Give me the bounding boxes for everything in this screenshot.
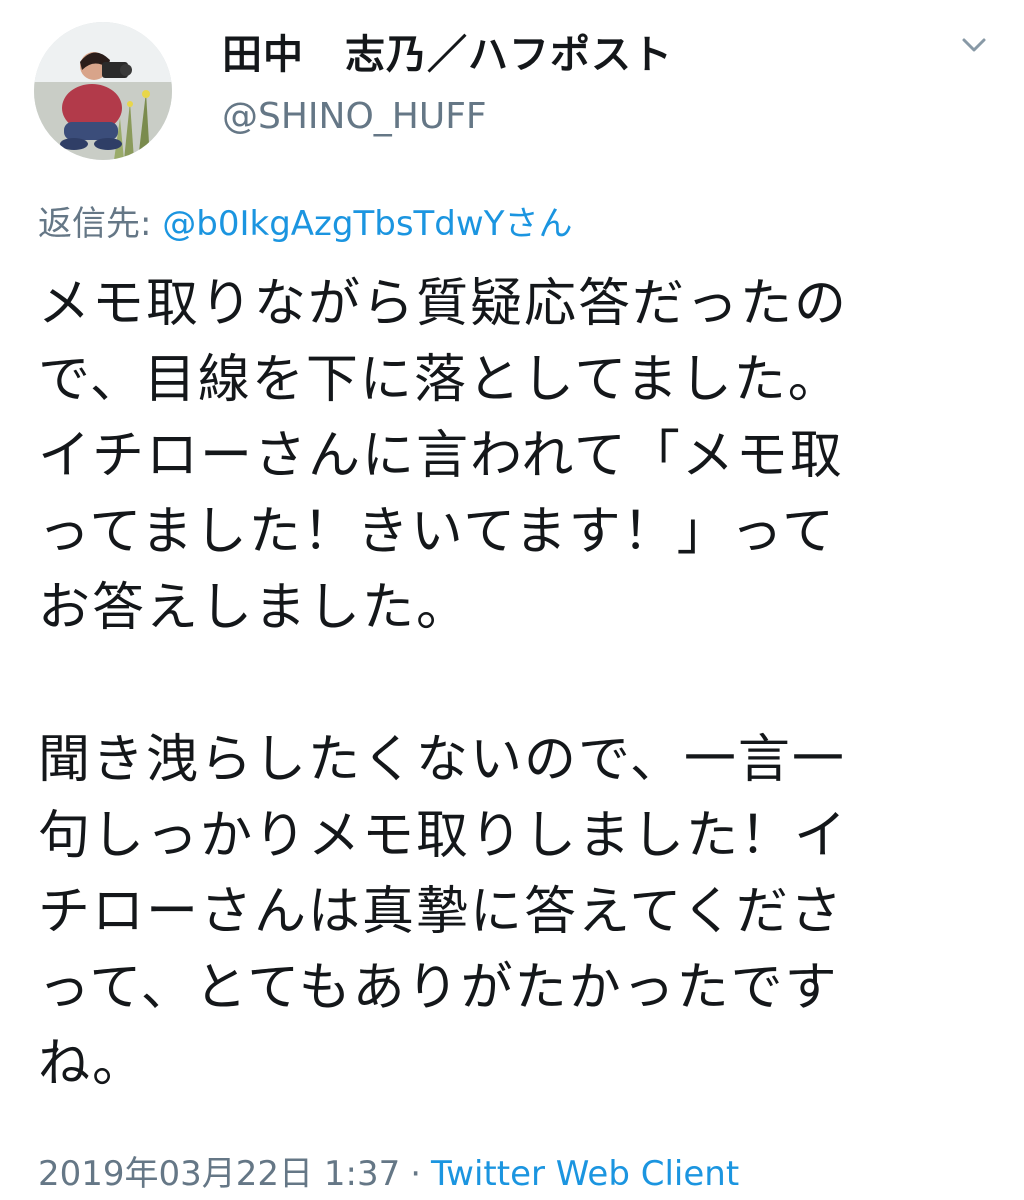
avatar[interactable] <box>34 22 172 160</box>
reply-context: 返信先: @b0IkgAzgTbsTdwYさん <box>38 196 572 245</box>
tweet-text-line: メモ取りながら質疑応答だったの <box>38 274 849 334</box>
meta-separator: · <box>410 1154 422 1194</box>
tweet-text-line: ってました！きいてます！」って <box>38 502 837 562</box>
reply-handle-link[interactable]: @b0IkgAzgTbsTdwYさん <box>162 204 572 244</box>
tweet-text-line: チローさんは真摯に答えてくださ <box>38 882 844 942</box>
tweet-text-line: お答えしました。 <box>38 578 471 638</box>
tweet-text-line: 句しっかりメモ取りしました！イ <box>38 806 849 866</box>
client-link[interactable]: Twitter Web Client <box>431 1154 739 1194</box>
tweet-meta: 2019年03月22日 1:37 · Twitter Web Client <box>38 1146 739 1195</box>
tweet: 田中 志乃／ハフポスト @SHINO_HUFF 返信先: @b0IkgAzgTb… <box>0 0 1024 1200</box>
display-name[interactable]: 田中 志乃／ハフポスト <box>222 22 673 80</box>
tweet-text-line: ね。 <box>38 1034 147 1094</box>
username[interactable]: @SHINO_HUFF <box>222 96 487 137</box>
tweet-text: メモ取りながら質疑応答だったの で、目線を下に落としてました。 イチローさんに言… <box>38 266 988 1102</box>
reply-prefix: 返信先: <box>38 204 163 244</box>
tweet-text-line: 聞き洩らしたくないので、一言一 <box>38 730 846 790</box>
tweet-text-line: で、目線を下に落としてました。 <box>38 350 842 410</box>
tweet-text-line: って、とてもありがたかったです <box>38 958 839 1018</box>
user-photo-avatar <box>34 22 172 160</box>
timestamp[interactable]: 2019年03月22日 1:37 <box>38 1154 400 1194</box>
tweet-text-line: イチローさんに言われて「メモ取 <box>38 426 844 486</box>
chevron-down-icon[interactable] <box>952 28 996 64</box>
